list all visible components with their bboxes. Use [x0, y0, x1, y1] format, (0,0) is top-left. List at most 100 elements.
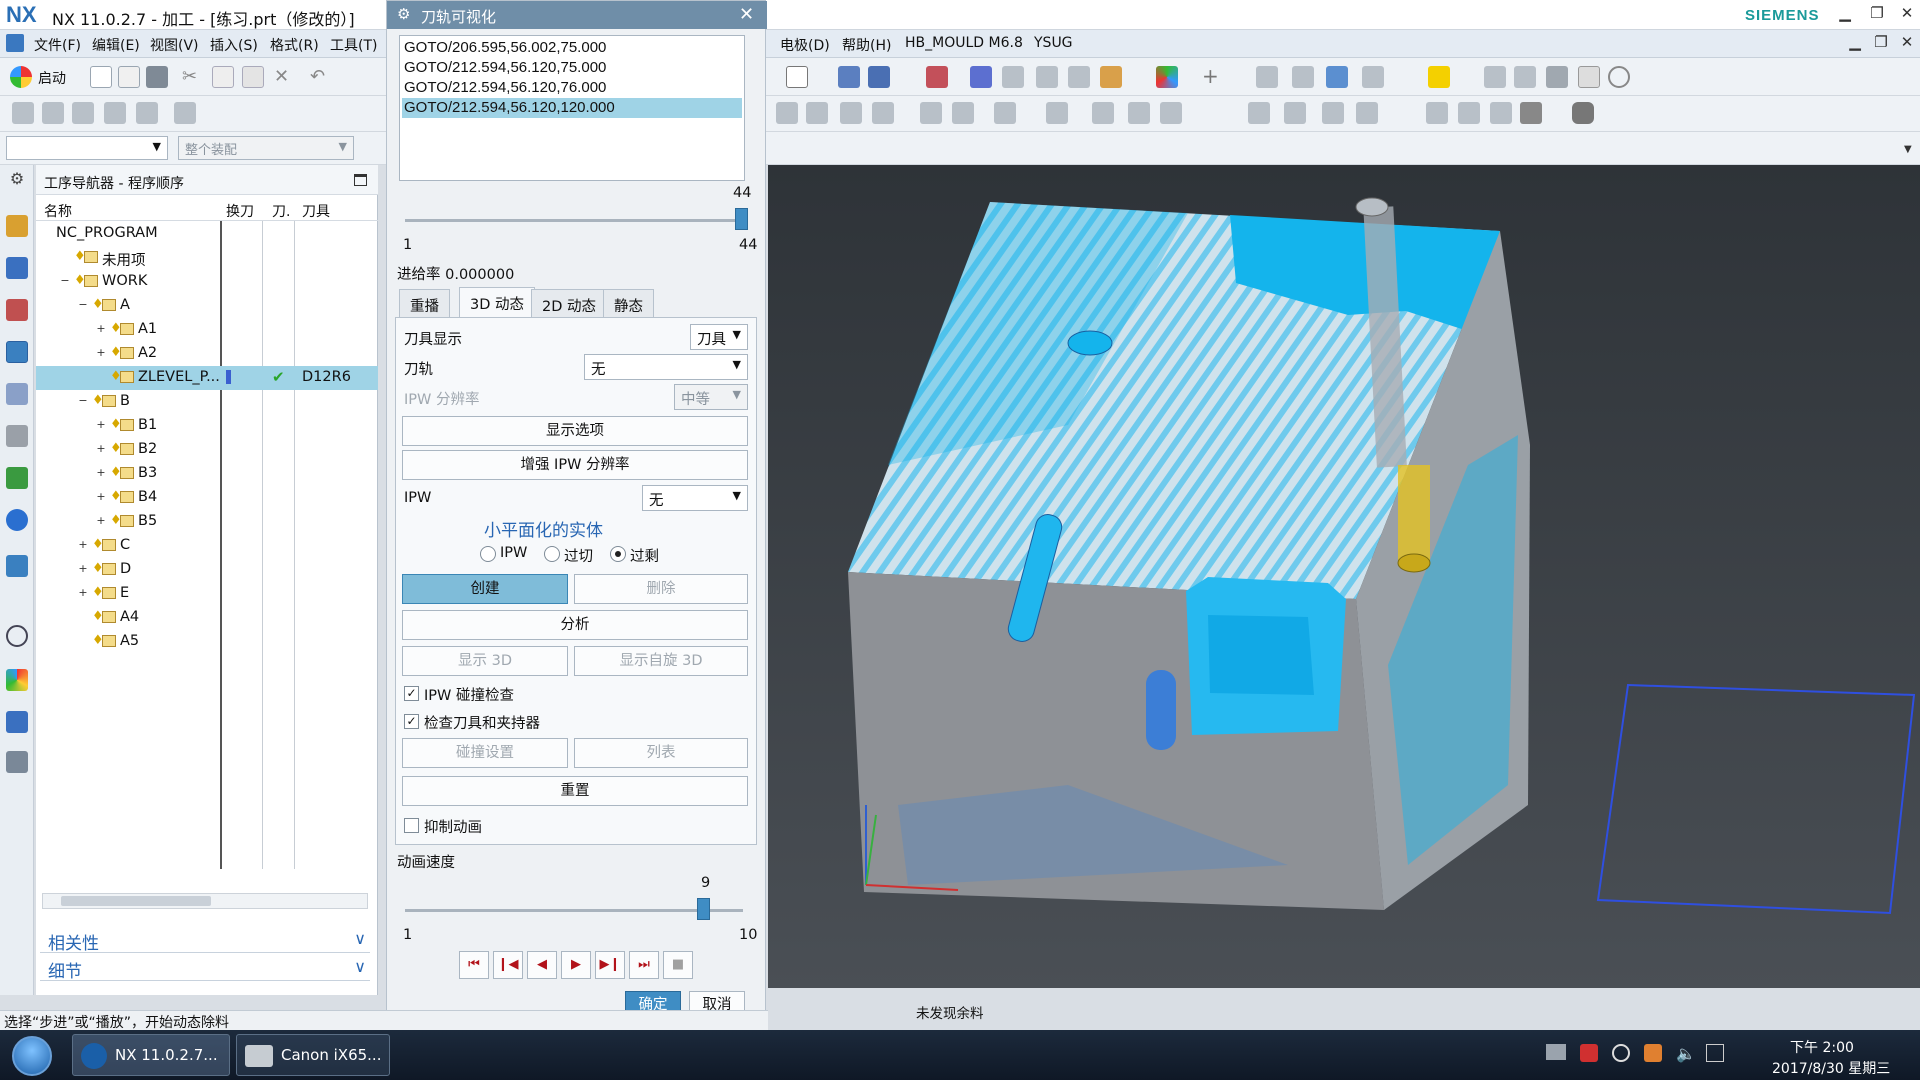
- save-icon[interactable]: [146, 66, 168, 88]
- menu-format[interactable]: 格式(R): [270, 35, 319, 55]
- menu-edit[interactable]: 编辑(E): [92, 35, 140, 55]
- col-tool-change[interactable]: 换刀: [226, 201, 254, 221]
- op-icon-13[interactable]: [1284, 102, 1306, 124]
- suppress-animation-checkbox[interactable]: [404, 818, 419, 833]
- tab-2d-dynamic[interactable]: 2D 动态: [531, 289, 607, 317]
- op-icon-12[interactable]: [1248, 102, 1270, 124]
- step-forward-button[interactable]: ▶❙: [595, 951, 625, 979]
- doc-close-button[interactable]: ✕: [1892, 33, 1920, 55]
- tree-row[interactable]: + ♦ A2: [36, 342, 378, 366]
- op-icon-1[interactable]: [776, 102, 798, 124]
- radio-overcut[interactable]: [544, 546, 560, 562]
- shop-doc-icon[interactable]: [136, 102, 158, 124]
- tab-static[interactable]: 静态: [603, 289, 654, 317]
- tray-app-icon[interactable]: [1580, 1044, 1598, 1062]
- circle-icon[interactable]: [1608, 66, 1630, 88]
- menu-electrode[interactable]: 电极(D): [780, 35, 830, 55]
- type-filter-select[interactable]: ▼: [6, 136, 168, 160]
- cut-icon[interactable]: ✂: [182, 66, 204, 88]
- program-icon[interactable]: [174, 102, 196, 124]
- goto-line[interactable]: GOTO/206.595,56.002,75.000: [402, 38, 742, 58]
- expand-icon[interactable]: +: [96, 467, 106, 478]
- col-name[interactable]: 名称: [44, 201, 72, 221]
- restore-button[interactable]: ❐: [1862, 4, 1892, 26]
- create-button[interactable]: 创建: [402, 574, 568, 604]
- expand-icon[interactable]: +: [78, 563, 88, 574]
- reset-button[interactable]: 重置: [402, 776, 748, 806]
- list-button[interactable]: 列表: [574, 738, 748, 768]
- grid-icon[interactable]: [1578, 66, 1600, 88]
- operation-nav-icon[interactable]: [6, 341, 28, 363]
- op-icon-17[interactable]: [1458, 102, 1480, 124]
- expand-icon[interactable]: +: [78, 587, 88, 598]
- col-tool[interactable]: 刀具: [302, 201, 330, 221]
- generate-path-icon[interactable]: [42, 102, 64, 124]
- web-browser-icon[interactable]: [6, 509, 28, 531]
- assembly-nav-icon[interactable]: [6, 215, 28, 237]
- start-menu-button[interactable]: 启动: [38, 68, 66, 88]
- radio-ipw[interactable]: [480, 546, 496, 562]
- layer-icon[interactable]: [1002, 66, 1024, 88]
- ipw-collision-checkbox[interactable]: ✓: [404, 686, 419, 701]
- undo-icon[interactable]: ↶: [310, 66, 332, 88]
- collision-settings-button[interactable]: 碰撞设置: [402, 738, 568, 768]
- add-icon[interactable]: +: [1202, 66, 1224, 88]
- wire-icon[interactable]: [1514, 66, 1536, 88]
- security-icon[interactable]: [1644, 1044, 1662, 1062]
- taskbar-nx-button[interactable]: NX 11.0.2.7...: [72, 1034, 230, 1076]
- expand-icon[interactable]: +: [78, 539, 88, 550]
- shade-icon[interactable]: [1484, 66, 1506, 88]
- menu-file[interactable]: 文件(F): [34, 35, 81, 55]
- expand-icon[interactable]: +: [96, 491, 106, 502]
- tree-row[interactable]: − ♦ A: [36, 294, 378, 318]
- delete-button[interactable]: 删除: [574, 574, 748, 604]
- step-slider-track[interactable]: [405, 219, 743, 222]
- menu-view[interactable]: 视图(V): [150, 35, 199, 55]
- goto-line[interactable]: GOTO/212.594,56.120,76.000: [402, 78, 742, 98]
- tree-row[interactable]: + ♦ C: [36, 534, 378, 558]
- menu-ysug[interactable]: YSUG: [1034, 35, 1073, 51]
- tree-row[interactable]: + ♦ B3: [36, 462, 378, 486]
- menu-insert[interactable]: 插入(S): [210, 35, 258, 55]
- play-button[interactable]: ▶: [561, 951, 591, 979]
- close-window-button[interactable]: ✕: [1892, 4, 1920, 26]
- op-icon-2[interactable]: [806, 102, 828, 124]
- block-icon[interactable]: [1326, 66, 1348, 88]
- step-slider-thumb[interactable]: [735, 208, 748, 230]
- measure-icon[interactable]: [926, 66, 948, 88]
- speed-slider-track[interactable]: [405, 909, 743, 912]
- fit-icon[interactable]: [1068, 66, 1090, 88]
- stop-button[interactable]: ■: [663, 951, 693, 979]
- collapse-icon[interactable]: −: [78, 299, 88, 310]
- tools-icon[interactable]: [6, 751, 28, 773]
- tab-3d-dynamic[interactable]: 3D 动态: [459, 287, 535, 317]
- hd3d-icon[interactable]: [6, 467, 28, 489]
- play-reverse-button[interactable]: ◀: [527, 951, 557, 979]
- op-icon-3[interactable]: [840, 102, 862, 124]
- op-icon-19[interactable]: [1520, 102, 1542, 124]
- copy-icon[interactable]: [212, 66, 234, 88]
- tool-display-select[interactable]: 刀具 ▼: [690, 324, 748, 350]
- select-box-icon[interactable]: [786, 66, 808, 88]
- keyboard-icon[interactable]: [1546, 1044, 1566, 1060]
- postprocess-icon[interactable]: [104, 102, 126, 124]
- maximize-panel-icon[interactable]: [354, 174, 367, 186]
- op-icon-18[interactable]: [1490, 102, 1512, 124]
- show-3d-button[interactable]: 显示 3D: [402, 646, 568, 676]
- dependencies-section[interactable]: 相关性 ∨: [40, 927, 370, 954]
- goto-line[interactable]: GOTO/212.594,56.120,75.000: [402, 58, 742, 78]
- wcs-icon[interactable]: [1256, 66, 1278, 88]
- check-tool-holder-checkbox[interactable]: ✓: [404, 714, 419, 729]
- action-center-icon[interactable]: [1706, 1044, 1724, 1062]
- tree-row[interactable]: + ♦ B5: [36, 510, 378, 534]
- volume-icon[interactable]: 🔈: [1676, 1044, 1696, 1063]
- collapse-icon[interactable]: −: [78, 395, 88, 406]
- menu-help[interactable]: 帮助(H): [842, 35, 891, 55]
- roles-icon[interactable]: [6, 711, 28, 733]
- minimize-button[interactable]: ▁: [1830, 4, 1860, 26]
- close-icon[interactable]: ✕: [739, 4, 754, 25]
- tree-row[interactable]: − ♦ B: [36, 390, 378, 414]
- rewind-to-start-button[interactable]: ⏮: [459, 951, 489, 979]
- ipw-resolution-select[interactable]: 中等 ▼: [674, 384, 748, 410]
- op-icon-4[interactable]: [872, 102, 894, 124]
